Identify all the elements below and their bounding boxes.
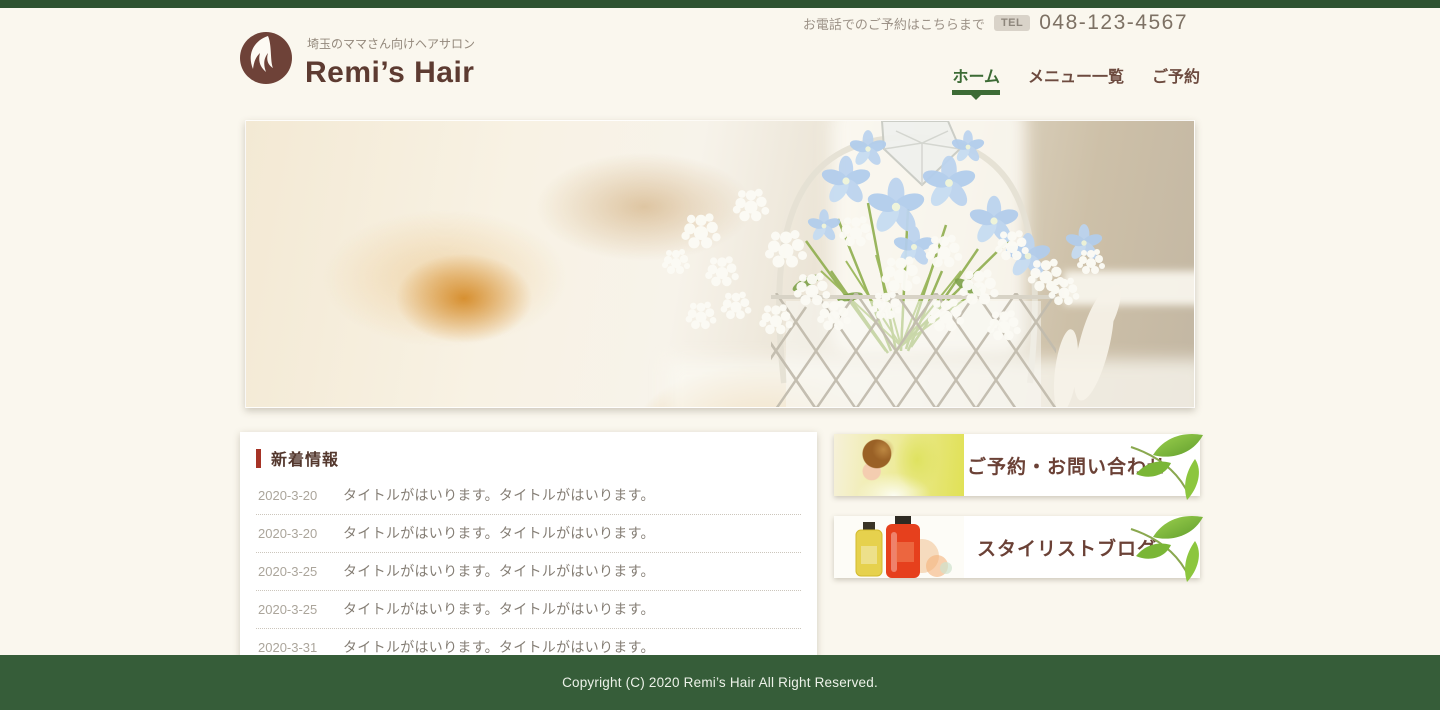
brand-name: Remi’s Hair: [305, 56, 475, 90]
logo-text: 埼玉のママさん向けヘアサロン Remi’s Hair: [305, 32, 475, 90]
news-panel: 新着情報 2020-3-20 タイトルがはいります。タイトルがはいります。 20…: [240, 432, 817, 670]
logo-tagline: 埼玉のママさん向けヘアサロン: [307, 35, 475, 52]
tel-badge: TEL: [994, 15, 1030, 31]
main-content: 新着情報 2020-3-20 タイトルがはいります。タイトルがはいります。 20…: [240, 432, 1200, 670]
salon-customer-photo: [834, 434, 964, 496]
cosmetic-bottles-photo: [834, 516, 964, 578]
news-row[interactable]: 2020-3-20 タイトルがはいります。タイトルがはいります。: [256, 477, 801, 515]
news-date: 2020-3-31: [258, 640, 328, 655]
news-item-title: タイトルがはいります。タイトルがはいります。: [343, 561, 655, 581]
news-date: 2020-3-25: [258, 564, 328, 579]
stylist-blog-banner-label: スタイリストブログ: [964, 534, 1200, 561]
hero-flower-basket-image: [245, 120, 1195, 408]
sidebar: ご予約・お問い合わせ: [834, 434, 1200, 578]
nav-item-reservation[interactable]: ご予約: [1152, 63, 1200, 101]
news-item-title: タイトルがはいります。タイトルがはいります。: [343, 637, 655, 657]
news-date: 2020-3-20: [258, 526, 328, 541]
phone-number: 048-123-4567: [1039, 11, 1188, 35]
news-row[interactable]: 2020-3-25 タイトルがはいります。タイトルがはいります。: [256, 553, 801, 591]
phone-info: お電話でのご予約はこちらまで TEL 048-123-4567: [803, 11, 1188, 35]
news-item-title: タイトルがはいります。タイトルがはいります。: [343, 599, 655, 619]
top-accent-bar: [0, 0, 1440, 8]
phone-caption: お電話でのご予約はこちらまで: [803, 14, 985, 33]
news-title: 新着情報: [271, 446, 339, 470]
news-row[interactable]: 2020-3-25 タイトルがはいります。タイトルがはいります。: [256, 591, 801, 629]
news-item-title: タイトルがはいります。タイトルがはいります。: [343, 523, 655, 543]
news-heading: 新着情報: [256, 446, 801, 470]
hero-illustration: [246, 121, 1195, 408]
news-date: 2020-3-25: [258, 602, 328, 617]
copyright-text: Copyright (C) 2020 Remi’s Hair All Right…: [562, 675, 878, 690]
site-logo[interactable]: 埼玉のママさん向けヘアサロン Remi’s Hair: [240, 32, 475, 90]
site-footer: Copyright (C) 2020 Remi’s Hair All Right…: [0, 655, 1440, 710]
reservation-contact-banner[interactable]: ご予約・お問い合わせ: [834, 434, 1200, 496]
nav-item-home[interactable]: ホーム: [952, 63, 1000, 101]
main-nav: ホーム メニュー一覧 ご予約: [952, 63, 1200, 101]
reservation-banner-label: ご予約・お問い合わせ: [964, 452, 1200, 479]
hair-silhouette-icon: [240, 32, 292, 84]
news-date: 2020-3-20: [258, 488, 328, 503]
news-item-title: タイトルがはいります。タイトルがはいります。: [343, 485, 655, 505]
site-header: お電話でのご予約はこちらまで TEL 048-123-4567 埼玉のママさん向…: [240, 8, 1200, 120]
news-row[interactable]: 2020-3-20 タイトルがはいります。タイトルがはいります。: [256, 515, 801, 553]
nav-item-menu-list[interactable]: メニュー一覧: [1028, 63, 1124, 101]
stylist-blog-banner[interactable]: スタイリストブログ: [834, 516, 1200, 578]
news-accent-bar: [256, 449, 261, 468]
